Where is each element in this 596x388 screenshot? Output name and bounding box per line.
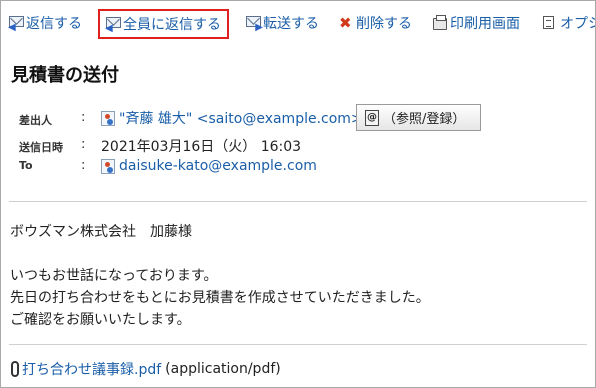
options-label: オプシ (560, 16, 595, 32)
mail-view: ◀ 返信する ◀ 全員に返信する ▶ 転送する ✖ 削除する 印刷用画面 オプシ… (0, 0, 596, 388)
user-icon (101, 110, 115, 126)
body-line: ボウズマン株式会社 加藤様 (10, 224, 192, 240)
reply-all-envelope-icon: ◀ (105, 17, 121, 34)
reply-envelope-icon: ◀ (8, 16, 24, 33)
user-icon (101, 158, 115, 174)
x-mark-icon: ✖ (339, 14, 352, 32)
sent-value: 2021年03月16日（火） 16:03 (101, 139, 302, 155)
body-line: ご確認をお願いいたします。 (10, 312, 191, 328)
delete-label: 削除する (356, 16, 412, 32)
attachment-type: (application/pdf) (165, 361, 281, 377)
forward-label: 転送する (263, 16, 319, 32)
sent-label: 送信日時 (19, 141, 63, 154)
from-colon: : (81, 110, 86, 125)
options-button[interactable]: オプシ (543, 13, 595, 33)
printer-icon (433, 15, 448, 30)
attachment-link[interactable]: 打ち合わせ議事録.pdf (22, 359, 161, 379)
to-value: daisuke-kato@example.com (101, 158, 317, 174)
sender-link[interactable]: "斉藤 雄大" <saito@example.com> (119, 108, 363, 128)
header-divider (9, 201, 587, 202)
forward-envelope-icon: ▶ (246, 16, 263, 33)
paperclip-icon (11, 361, 19, 377)
to-label: To (19, 159, 33, 172)
at-sign-icon: @ (365, 109, 379, 126)
sent-colon: : (81, 137, 86, 152)
from-label: 差出人 (19, 114, 52, 127)
delete-button[interactable]: ✖ 削除する (339, 13, 412, 33)
print-button[interactable]: 印刷用画面 (433, 13, 520, 33)
address-book-label: （参照/登録） (383, 112, 466, 127)
mail-toolbar: ◀ 返信する ◀ 全員に返信する ▶ 転送する ✖ 削除する 印刷用画面 オプシ (1, 5, 595, 41)
mail-subject: 見積書の送付 (11, 65, 119, 86)
reply-all-label: 全員に返信する (123, 17, 221, 33)
body-line: 先日の打ち合わせをもとにお見積書を作成させていただきました。 (10, 290, 430, 306)
document-icon (543, 16, 558, 30)
body-line: いつもお世話になっております。 (10, 268, 218, 284)
forward-button[interactable]: ▶ 転送する (246, 13, 319, 33)
address-book-button[interactable]: @ （参照/登録） (356, 104, 481, 131)
to-colon: : (81, 158, 86, 173)
recipient-link[interactable]: daisuke-kato@example.com (119, 158, 317, 174)
attachment-divider (9, 344, 587, 345)
from-value: "斉藤 雄大" <saito@example.com> (101, 108, 363, 128)
attachment: 打ち合わせ議事録.pdf (application/pdf) (11, 359, 281, 379)
print-label: 印刷用画面 (450, 16, 520, 32)
reply-button[interactable]: ◀ 返信する (8, 13, 82, 33)
reply-label: 返信する (26, 16, 82, 32)
reply-all-button[interactable]: ◀ 全員に返信する (98, 9, 229, 39)
